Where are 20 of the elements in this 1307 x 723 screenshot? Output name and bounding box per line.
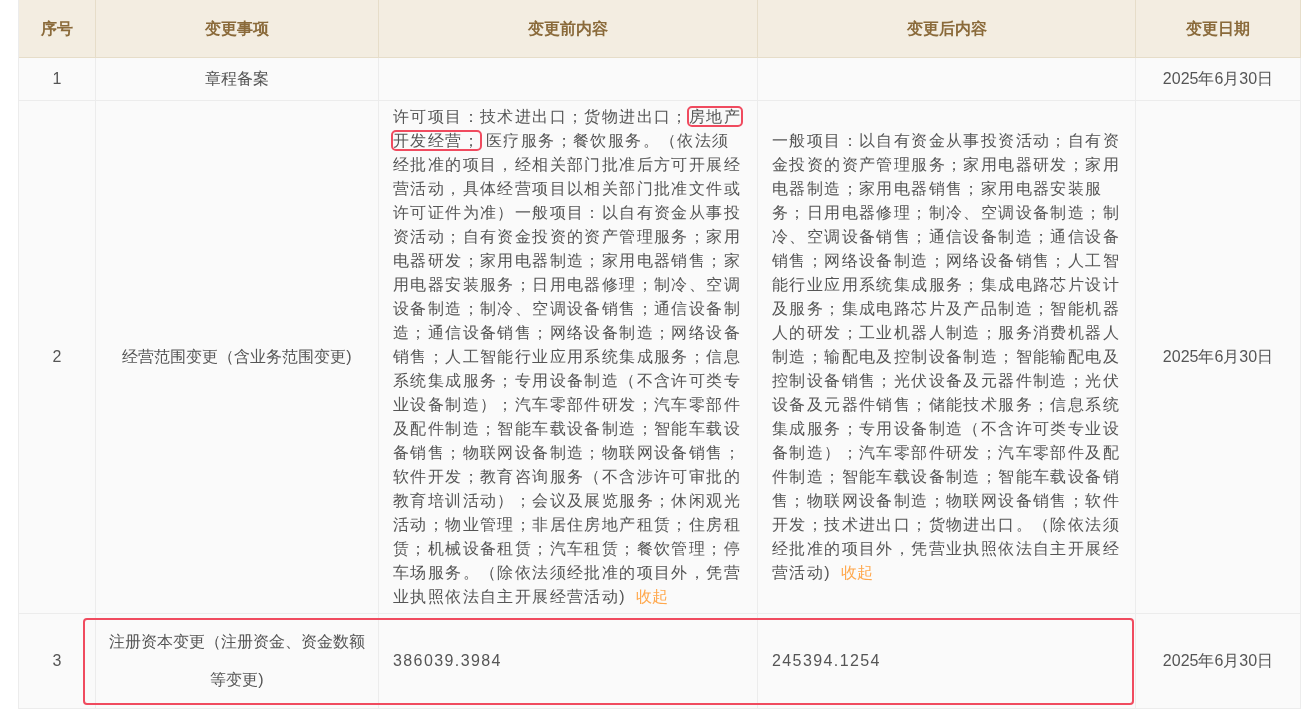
change-item: 章程备案 <box>205 69 269 89</box>
column-header: 变更日期 <box>1186 18 1250 39</box>
cell-text: 许可项目：技术进出口；货物进出口；房地产开发经营； 医疗服务；餐饮服务。（依法须经批准的项目，经相关部门批准后方可开展经营活动，具体经营项目以相关部门批准文件或许可证件为准）一般项目：以自有资金从事投资活动；自有资金投资的资产管理服务；家用电器研发；家用电器制造；家用电器销售；家用电器安装服务；日用电器修理；制冷、空调设备制造；制冷、空调设备销售；通信设备制造；通信设备销售；网络设备制造；网络设备销售；人工智能行业应用系统集成服务；信息系统集成服务；专用设备制造（不含许可类专业设备制造）；汽车零部件研发；汽车零部件及配件制造；智能车载设备制造；智能车载设备销售；物联网设备制造；物联网设备销售；软件开发；教育咨询服务（不含涉许可审批的教育培训活动）；会议及展览服务；休闲观光活动；物业管理；非居住房地产租赁；住房租赁；机械设备租赁；汽车租赁；餐饮管理；停车场服务。（除依法须经批准的项目外，凭营业执照依法自主开展经营活动) 收起 <box>393 107 743 607</box>
row-number: 1 <box>52 69 62 89</box>
cell-text: 245394.1254 <box>772 651 881 671</box>
change-date: 2025年6月30日 <box>1162 651 1274 671</box>
column-header: 序号 <box>41 18 73 39</box>
collapse-link[interactable]: 收起 <box>840 564 873 581</box>
change-item: 注册资本变更（注册资金、资金数额等变更) <box>108 632 366 690</box>
change-item: 经营范围变更（含业务范围变更) <box>122 347 352 367</box>
change-date: 2025年6月30日 <box>1162 347 1274 367</box>
row-number: 2 <box>52 347 62 367</box>
column-header: 变更后内容 <box>906 18 987 39</box>
column-header: 变更事项 <box>205 18 269 39</box>
collapse-link[interactable]: 收起 <box>635 588 668 605</box>
cell-text: 一般项目：以自有资金从事投资活动；自有资金投资的资产管理服务；家用电器研发；家用电器制造；家用电器销售；家用电器安装服务；日用电器修理；制冷、空调设备制造；制冷、空调设备销售；通信设备制造；通信设备销售；网络设备制造；网络设备销售；人工智能行业应用系统集成服务；集成电路芯片设计及服务；集成电路芯片及产品制造；智能机器人的研发；工业机器人制造；服务消费机器人制造；输配电及控制设备制造；智能输配电及控制设备销售；光伏设备及元器件制造；光伏设备及元器件销售；储能技术服务；信息系统集成服务；专用设备制造（不含许可类专业设备制造）；汽车零部件研发；汽车零部件及配件制造；智能车载设备制造；智能车载设备销售；物联网设备制造；物联网设备销售；软件开发；技术进出口；货物进出口。（除依法须经批准的项目外，凭营业执照依法自主开展经营活动) 收起 <box>772 131 1121 583</box>
change-date: 2025年6月30日 <box>1162 69 1274 89</box>
column-header: 变更前内容 <box>528 18 608 39</box>
cell-text: 386039.3984 <box>393 651 502 671</box>
row-number: 3 <box>52 651 62 671</box>
